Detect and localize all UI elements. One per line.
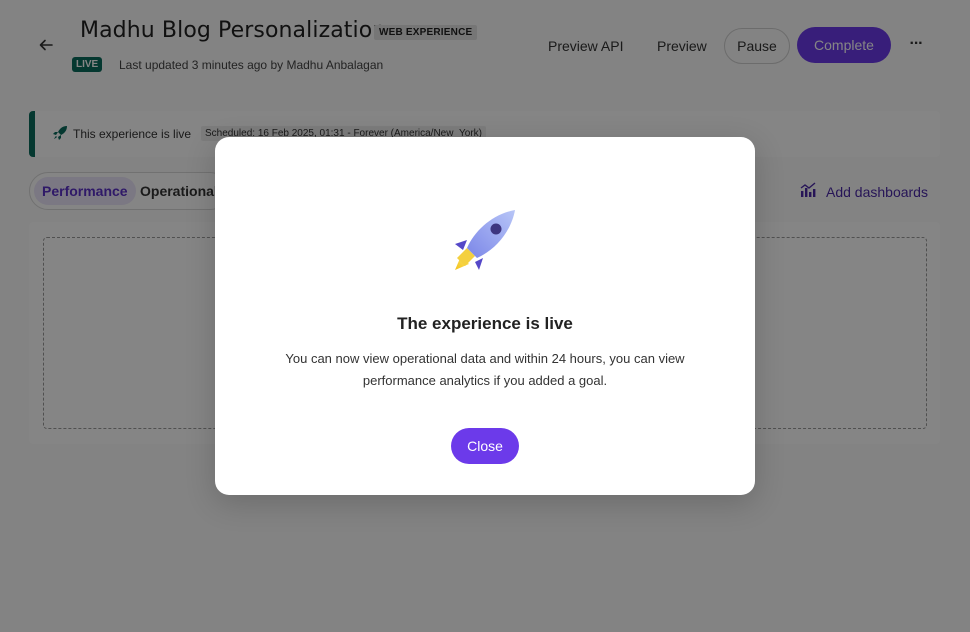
modal-title: The experience is live [397,314,573,333]
modal-body: You can now view operational data and wi… [285,351,685,388]
rocket-illustration-icon [453,208,517,272]
experience-live-modal: The experience is live You can now view … [215,137,755,495]
close-button[interactable]: Close [451,428,519,464]
